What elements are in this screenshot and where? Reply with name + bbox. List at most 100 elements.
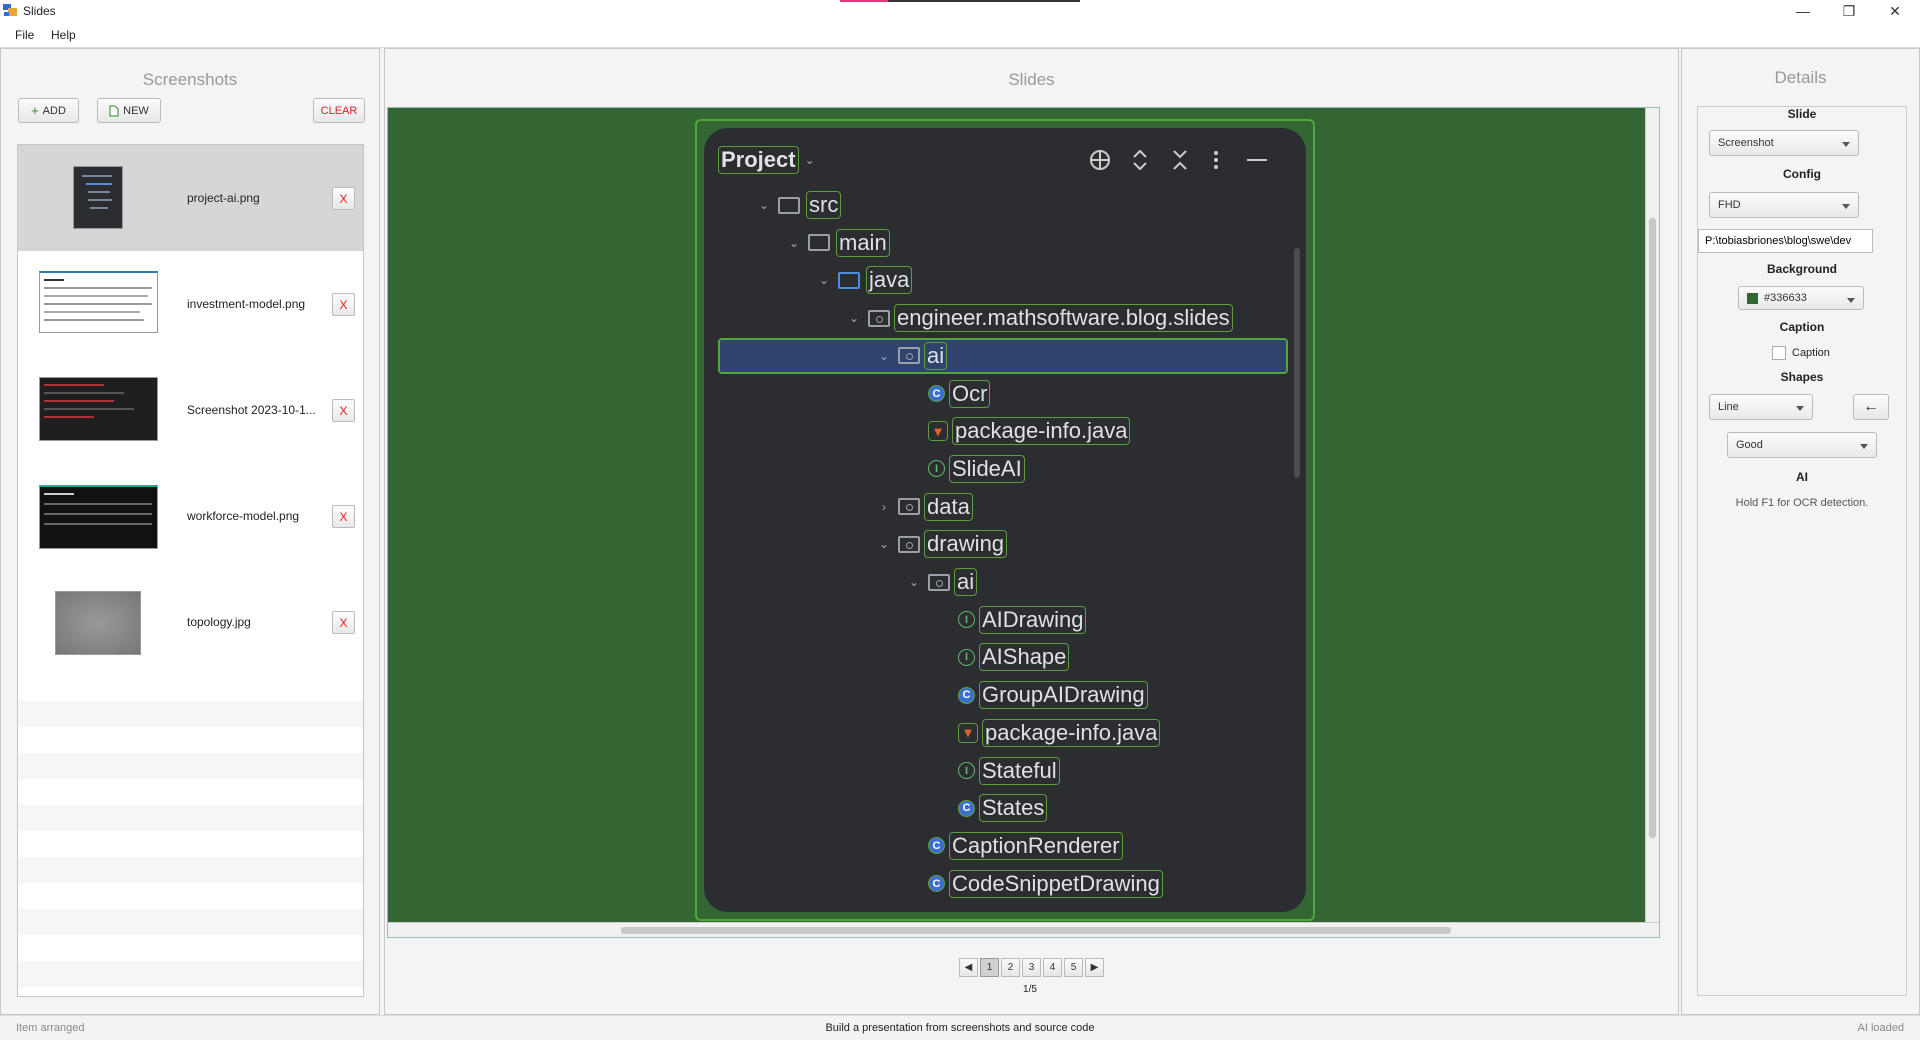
- caption-checkbox[interactable]: [1772, 346, 1786, 360]
- tree-item[interactable]: ▾ package-info.java: [934, 716, 1161, 750]
- shape-select[interactable]: Line: [1709, 394, 1813, 420]
- caption-toggle[interactable]: Caption: [1772, 346, 1830, 360]
- list-item[interactable]: Screenshot 2023-10-1... X: [18, 357, 363, 463]
- vertical-scrollbar[interactable]: [1645, 108, 1659, 922]
- list-item[interactable]: workforce-model.png X: [18, 463, 363, 569]
- tree-item-label: engineer.mathsoftware.blog.slides: [894, 304, 1233, 333]
- tree-item[interactable]: I SlideAI: [904, 452, 1025, 486]
- prev-page-button[interactable]: ◀: [959, 958, 978, 977]
- tree-item-label: Ocr: [949, 379, 991, 408]
- package-icon: [928, 573, 950, 591]
- tree-item[interactable]: ⌄ ai: [904, 565, 978, 599]
- tree-item[interactable]: ⌄ ai: [874, 339, 948, 373]
- tree-item[interactable]: ⌄ drawing: [874, 527, 1008, 561]
- empty-row: [18, 883, 363, 909]
- page-button[interactable]: 5: [1064, 958, 1083, 977]
- chevron-down-icon[interactable]: ⌄: [814, 263, 834, 297]
- page-button[interactable]: 4: [1043, 958, 1062, 977]
- page-indicator: 1/5: [1023, 984, 1037, 995]
- status-center: Build a presentation from screenshots an…: [825, 1022, 1095, 1034]
- tree-item-label: ai: [924, 341, 948, 370]
- config-value: FHD: [1718, 199, 1741, 211]
- delete-button[interactable]: X: [332, 293, 355, 316]
- chevron-down-icon: [1847, 298, 1855, 303]
- tree-item[interactable]: C GroupAIDrawing: [934, 678, 1148, 712]
- menu-file[interactable]: File: [15, 28, 34, 42]
- clear-button[interactable]: CLEAR: [313, 98, 365, 123]
- new-button[interactable]: NEW: [97, 98, 161, 123]
- slide-canvas[interactable]: Project ⌄ ⌄ src ⌄ main ⌄ java ⌄ engineer.mathso…: [387, 107, 1660, 938]
- chevron-down-icon[interactable]: ⌄: [874, 339, 894, 373]
- chevron-down-icon[interactable]: ⌄: [784, 226, 804, 260]
- thumbnail: [55, 591, 141, 655]
- class-icon: C: [928, 875, 945, 893]
- next-page-button[interactable]: ▶: [1085, 958, 1104, 977]
- list-item[interactable]: project-ai.png X: [18, 145, 363, 251]
- chevron-down-icon[interactable]: ⌄: [844, 301, 864, 335]
- tree-item[interactable]: C Ocr: [904, 377, 991, 411]
- tree-item[interactable]: › data: [874, 490, 973, 524]
- background-color-picker[interactable]: #336633: [1738, 286, 1864, 310]
- horizontal-scrollbar[interactable]: [388, 922, 1659, 937]
- quality-select[interactable]: Good: [1727, 432, 1877, 458]
- details-panel: Details Slide Screenshot Config FHD Back…: [1681, 48, 1920, 1015]
- page-button[interactable]: 1: [980, 958, 999, 977]
- empty-row: [18, 675, 363, 701]
- tree-item[interactable]: ⌄ main: [784, 226, 890, 260]
- tree-item[interactable]: ⌄ src: [754, 188, 842, 222]
- slide-type-select[interactable]: Screenshot: [1709, 130, 1859, 156]
- interface-icon: I: [928, 460, 945, 478]
- chevron-right-icon[interactable]: ›: [874, 490, 894, 524]
- tree-item-label: java: [866, 266, 913, 295]
- tree-item[interactable]: ⌄ engineer.mathsoftware.blog.slides: [844, 301, 1233, 335]
- arrow-left-icon: ←: [1863, 398, 1879, 415]
- chevron-down-icon[interactable]: ⌄: [874, 527, 894, 561]
- tree-item[interactable]: I AIDrawing: [934, 603, 1087, 637]
- list-item[interactable]: topology.jpg X: [18, 569, 363, 675]
- delete-button[interactable]: X: [332, 399, 355, 422]
- add-button[interactable]: + ADD: [18, 98, 79, 123]
- item-name: Screenshot 2023-10-1...: [187, 403, 316, 417]
- tree-item[interactable]: C States: [934, 791, 1048, 825]
- thumbnail: [39, 271, 158, 333]
- menu-help[interactable]: Help: [51, 28, 76, 42]
- delete-button[interactable]: X: [332, 187, 355, 210]
- tree-item[interactable]: ⌄ java: [814, 263, 913, 297]
- item-name: workforce-model.png: [187, 509, 300, 523]
- chevron-down-icon[interactable]: ⌄: [754, 188, 774, 222]
- shape-value: Line: [1718, 401, 1739, 413]
- tree-item[interactable]: I Stateful: [934, 754, 1060, 788]
- plus-icon: +: [31, 103, 39, 118]
- new-button-label: NEW: [123, 104, 149, 117]
- list-item[interactable]: investment-model.png X: [18, 251, 363, 357]
- config-select[interactable]: FHD: [1709, 192, 1859, 218]
- delete-button[interactable]: X: [332, 505, 355, 528]
- folder-icon: [808, 234, 830, 252]
- item-name: investment-model.png: [187, 297, 306, 311]
- tree-item[interactable]: I AIShape: [934, 640, 1070, 674]
- class-icon: C: [928, 837, 945, 855]
- pagination: ◀ 1 2 3 4 5 ▶: [959, 958, 1104, 977]
- path-field[interactable]: [1698, 229, 1873, 253]
- delete-button[interactable]: X: [332, 611, 355, 634]
- shapes-label: Shapes: [1780, 370, 1824, 384]
- close-button[interactable]: ✕: [1872, 0, 1918, 22]
- chevron-down-icon[interactable]: ⌄: [904, 565, 924, 599]
- page-button[interactable]: 2: [1001, 958, 1020, 977]
- tree-item[interactable]: ▾ package-info.java: [904, 414, 1131, 448]
- restore-button[interactable]: ❐: [1826, 0, 1872, 22]
- empty-row: [18, 701, 363, 727]
- back-arrow-button[interactable]: ←: [1853, 394, 1889, 420]
- tree-item-label: States: [979, 794, 1048, 823]
- minimize-button[interactable]: —: [1780, 0, 1826, 22]
- slides-title: Slides: [1008, 70, 1055, 89]
- tree-item[interactable]: C CodeSnippetDrawing: [904, 867, 1163, 901]
- page-button[interactable]: 3: [1022, 958, 1041, 977]
- tree-item[interactable]: C CaptionRenderer: [904, 829, 1123, 863]
- package-icon: [898, 347, 920, 365]
